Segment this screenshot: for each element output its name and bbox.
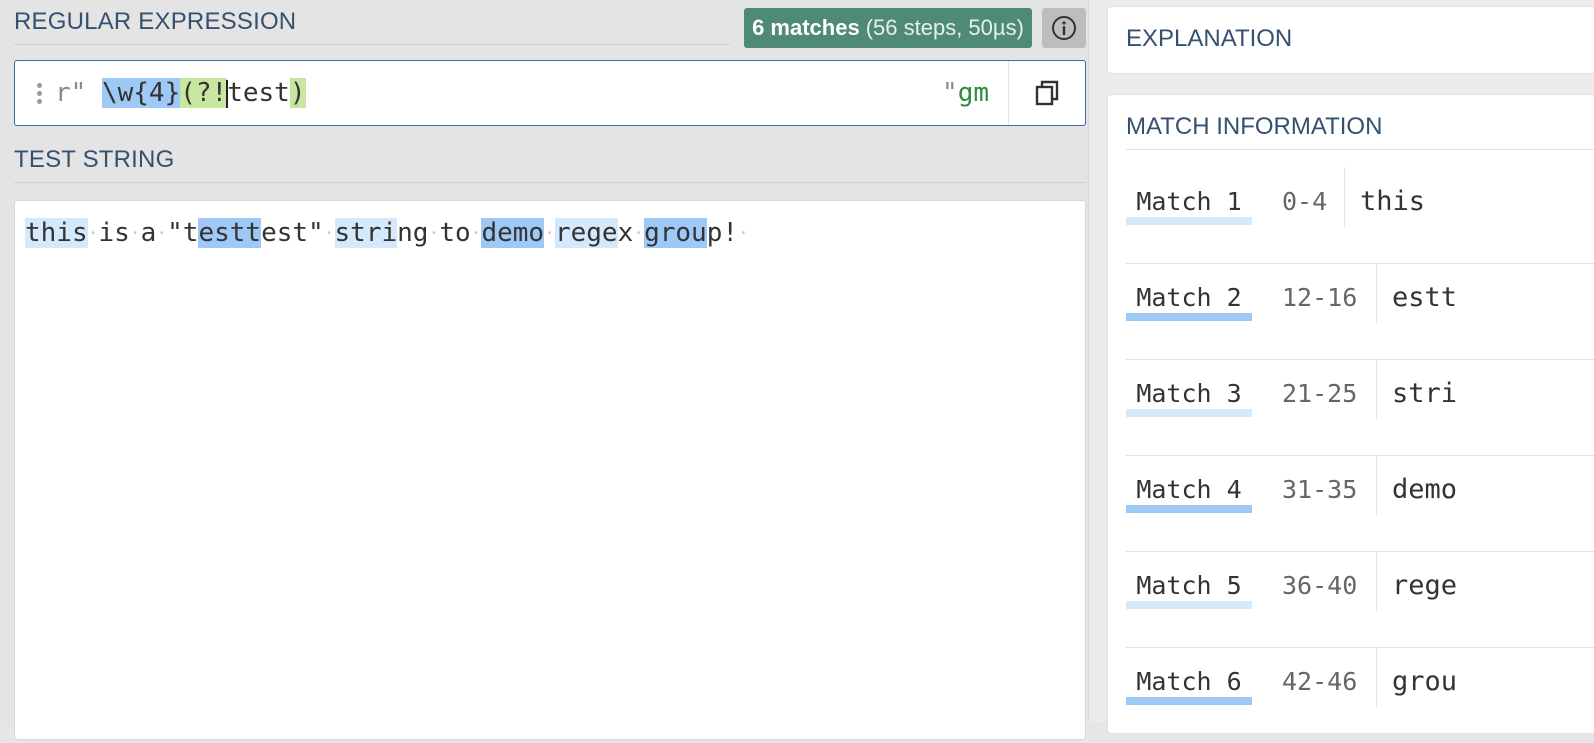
whitespace-dot: · xyxy=(544,223,555,244)
test-text-segment: is xyxy=(98,218,130,248)
test-text-segment: a xyxy=(140,218,157,248)
editor-pane: REGULAR EXPRESSION 6 matches (56 steps, … xyxy=(0,0,1088,740)
match-label: Match 4 xyxy=(1126,465,1252,513)
match-highlight: estt xyxy=(198,218,262,248)
copy-icon xyxy=(1035,80,1059,106)
match-highlight: this xyxy=(25,218,88,248)
regex-flags[interactable]: "gm xyxy=(942,76,989,110)
explanation-title: EXPLANATION xyxy=(1126,25,1293,52)
match-label-text: Match 6 xyxy=(1136,666,1242,696)
match-value: estt xyxy=(1392,281,1458,313)
match-label: Match 6 xyxy=(1126,657,1252,705)
match-range: 36-40 xyxy=(1282,570,1358,600)
match-color-bar xyxy=(1126,217,1252,225)
match-color-bar xyxy=(1126,505,1252,513)
regex-title-divider xyxy=(14,44,730,45)
match-label-text: Match 2 xyxy=(1136,282,1242,312)
regex-section-title: REGULAR EXPRESSION xyxy=(14,8,297,35)
match-row-separator xyxy=(1376,359,1377,419)
test-string-input[interactable]: this·is·a·"testtest"·string·to·demo·rege… xyxy=(14,200,1086,740)
regex-input[interactable]: r" \w{4}(?!test) "gm xyxy=(14,60,1086,126)
match-value: rege xyxy=(1392,569,1458,601)
match-row[interactable]: Match 5 36-40 rege xyxy=(1126,551,1594,648)
regex-token-lookahead-close: ) xyxy=(289,78,306,108)
test-text-segment: to xyxy=(439,218,471,248)
match-range: 21-25 xyxy=(1282,378,1358,408)
copy-button[interactable] xyxy=(1008,61,1085,125)
match-range: 12-16 xyxy=(1282,282,1358,312)
test-text-segment: "t xyxy=(167,218,199,248)
match-information-panel: MATCH INFORMATION Match 1 0-4 this Match 2 1… xyxy=(1107,94,1594,734)
match-color-bar xyxy=(1126,697,1252,705)
match-label: Match 3 xyxy=(1126,369,1252,417)
whitespace-dot: · xyxy=(633,223,645,244)
match-color-bar xyxy=(1126,313,1252,321)
match-row[interactable]: Match 2 12-16 estt xyxy=(1126,263,1594,360)
match-row[interactable]: Match 4 31-35 demo xyxy=(1126,455,1594,552)
match-value: demo xyxy=(1392,473,1458,505)
explanation-panel[interactable]: EXPLANATION xyxy=(1107,6,1594,74)
line-end-marker: · xyxy=(738,223,749,244)
match-value: this xyxy=(1360,185,1426,217)
match-row-separator xyxy=(1376,551,1377,611)
match-label-text: Match 4 xyxy=(1136,474,1242,504)
drag-handle-icon[interactable] xyxy=(37,83,43,107)
regex-token-word-quantifier: \w{4} xyxy=(101,78,181,108)
match-highlight: grou xyxy=(644,218,707,248)
test-text-segment: est" xyxy=(261,218,324,248)
whitespace-dot: · xyxy=(87,223,99,244)
regex-expression[interactable]: r" \w{4}(?!test) xyxy=(55,76,306,110)
test-title-divider xyxy=(14,182,1086,183)
match-highlight: rege xyxy=(554,218,618,248)
match-color-bar xyxy=(1126,601,1252,609)
whitespace-dot: · xyxy=(156,223,168,244)
whitespace-dot: · xyxy=(470,223,482,244)
match-color-bar xyxy=(1126,409,1252,417)
match-label-text: Match 5 xyxy=(1136,570,1242,600)
regex-open-delimiter: r" xyxy=(55,78,87,108)
match-range: 42-46 xyxy=(1282,666,1358,696)
whitespace-dot: · xyxy=(129,223,141,244)
match-count-badge: 6 matches (56 steps, 50µs) xyxy=(744,8,1032,48)
match-information-divider xyxy=(1126,149,1594,150)
match-label-text: Match 3 xyxy=(1136,378,1242,408)
match-row-separator xyxy=(1376,263,1377,323)
info-circle-icon xyxy=(1052,16,1076,40)
match-performance: (56 steps, 50µs) xyxy=(865,15,1024,40)
test-text-segment: x xyxy=(617,218,634,248)
regex-close-delimiter: " xyxy=(942,78,958,108)
whitespace-dot: · xyxy=(428,223,440,244)
match-value: stri xyxy=(1392,377,1458,409)
tools-pane: EXPLANATION MATCH INFORMATION Match 1 0-4… xyxy=(1088,0,1594,734)
match-information-title: MATCH INFORMATION xyxy=(1126,113,1383,140)
match-count: 6 matches xyxy=(752,15,860,40)
match-row[interactable]: Match 1 0-4 this xyxy=(1126,167,1594,264)
match-label-text: Match 1 xyxy=(1136,186,1242,216)
match-row-separator xyxy=(1344,167,1345,227)
match-row-separator xyxy=(1376,647,1377,707)
match-highlight: demo xyxy=(481,218,545,248)
regex-flags-value[interactable]: gm xyxy=(958,78,989,108)
info-button[interactable] xyxy=(1042,8,1086,48)
match-range: 31-35 xyxy=(1282,474,1358,504)
match-value: grou xyxy=(1392,665,1458,697)
test-string-text[interactable]: this·is·a·"testtest"·string·to·demo·rege… xyxy=(25,213,749,253)
test-text-segment: p! xyxy=(706,218,738,248)
match-label: Match 5 xyxy=(1126,561,1252,609)
match-row[interactable]: Match 6 42-46 grou xyxy=(1126,647,1594,743)
match-row-separator xyxy=(1376,455,1377,515)
match-label: Match 1 xyxy=(1126,177,1252,225)
whitespace-dot: · xyxy=(323,223,335,244)
match-range: 0-4 xyxy=(1282,186,1328,216)
test-section-title: TEST STRING xyxy=(14,146,175,173)
match-row[interactable]: Match 3 21-25 stri xyxy=(1126,359,1594,456)
test-text-segment: ng xyxy=(397,218,429,248)
match-highlight: stri xyxy=(334,218,398,248)
regex-token-lookahead-open: (?! xyxy=(180,78,228,108)
match-label: Match 2 xyxy=(1126,273,1252,321)
regex-token-literal: test xyxy=(227,78,290,108)
